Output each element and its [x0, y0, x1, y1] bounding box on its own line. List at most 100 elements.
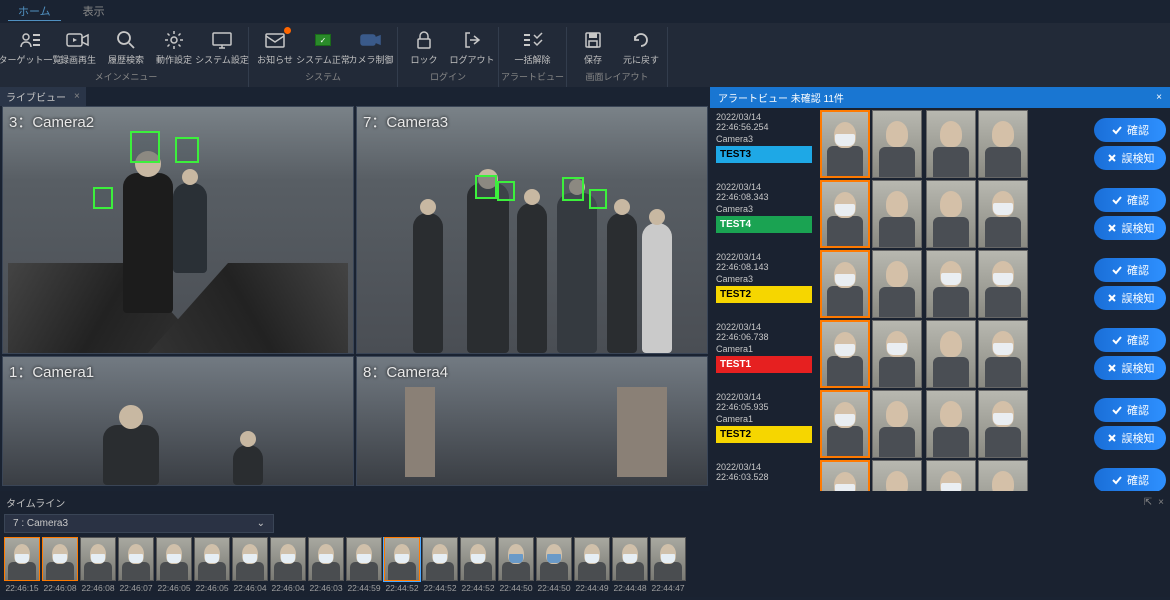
timeline-thumbnail	[384, 537, 420, 581]
revert-button[interactable]: 元に戻す	[617, 27, 665, 68]
timeline-item[interactable]: 22:46:04	[232, 537, 268, 593]
face-thumbnail[interactable]	[872, 110, 922, 178]
pin-icon[interactable]: ⇱	[1144, 497, 1152, 508]
timeline-thumbnail	[270, 537, 306, 581]
tab-view[interactable]: 表示	[73, 2, 115, 21]
timeline-item[interactable]: 22:44:59	[346, 537, 382, 593]
timeline-strip: 22:46:1522:46:0822:46:0822:46:0722:46:05…	[4, 537, 1166, 593]
false-detection-button[interactable]: 誤検知	[1094, 216, 1166, 240]
timeline-item[interactable]: 22:46:03	[308, 537, 344, 593]
target-list-button[interactable]: ターゲット一覧	[6, 27, 54, 68]
face-thumbnail[interactable]	[820, 250, 870, 318]
alert-actions: 確認誤検知	[1094, 390, 1168, 458]
face-thumbnail[interactable]	[926, 110, 976, 178]
face-thumbnail[interactable]	[872, 460, 922, 491]
false-detection-button[interactable]: 誤検知	[1094, 426, 1166, 450]
alert-header-title: アラートビュー 未確認 11件	[718, 90, 844, 105]
timeline-item[interactable]: 22:44:50	[536, 537, 572, 593]
timeline-item[interactable]: 22:46:07	[118, 537, 154, 593]
face-thumbnail[interactable]	[820, 320, 870, 388]
close-icon[interactable]: ×	[1156, 92, 1162, 103]
face-thumbnail[interactable]	[978, 390, 1028, 458]
face-thumbnail[interactable]	[978, 110, 1028, 178]
bulk-clear-button[interactable]: 一括解除	[509, 27, 557, 68]
face-thumbnail[interactable]	[872, 250, 922, 318]
false-detection-button[interactable]: 誤検知	[1094, 146, 1166, 170]
alert-tag: TEST2	[716, 286, 812, 303]
lock-icon	[410, 29, 438, 51]
face-thumbnail[interactable]	[978, 180, 1028, 248]
alert-row[interactable]: 2022/03/14 22:46:05.935Camera1TEST2確認誤検知	[712, 390, 1168, 458]
timeline-item[interactable]: 22:44:52	[460, 537, 496, 593]
false-detection-button[interactable]: 誤検知	[1094, 356, 1166, 380]
alert-row[interactable]: 2022/03/14 22:46:06.738Camera1TEST1確認誤検知	[712, 320, 1168, 388]
face-thumbnail[interactable]	[820, 180, 870, 248]
toolbar-item-label: ログアウト	[450, 53, 495, 66]
face-thumbnail[interactable]	[820, 110, 870, 178]
system-settings-button[interactable]: システム設定	[198, 27, 246, 68]
confirm-button[interactable]: 確認	[1094, 188, 1166, 212]
lock-button[interactable]: ロック	[400, 27, 448, 68]
live-view-panel: ライブビュー × 3：Camera2 7：Camera3	[0, 87, 710, 491]
face-thumbnail[interactable]	[926, 250, 976, 318]
timeline-item[interactable]: 22:46:08	[80, 537, 116, 593]
live-view-tab[interactable]: ライブビュー ×	[0, 87, 86, 106]
face-thumbnail[interactable]	[926, 390, 976, 458]
alert-row[interactable]: 2022/03/14 22:46:56.254Camera3TEST3確認誤検知	[712, 110, 1168, 178]
alert-tag: TEST3	[716, 146, 812, 163]
camera-cell-3[interactable]: 8：Camera4	[356, 356, 708, 486]
tab-home[interactable]: ホーム	[8, 2, 61, 21]
false-detection-button[interactable]: 誤検知	[1094, 286, 1166, 310]
confirm-button[interactable]: 確認	[1094, 328, 1166, 352]
confirm-button[interactable]: 確認	[1094, 118, 1166, 142]
face-detection-box	[475, 175, 497, 199]
save-button[interactable]: 保存	[569, 27, 617, 68]
target-list-icon	[16, 29, 44, 51]
logout-button[interactable]: ログアウト	[448, 27, 496, 68]
face-thumbnail[interactable]	[978, 320, 1028, 388]
face-thumbnail[interactable]	[872, 390, 922, 458]
close-icon[interactable]: ×	[74, 91, 80, 102]
timeline-timestamp: 22:44:48	[613, 583, 646, 593]
action-settings-button[interactable]: 動作設定	[150, 27, 198, 68]
timeline-item[interactable]: 22:44:48	[612, 537, 648, 593]
toolbar-item-label: システム設定	[195, 53, 249, 66]
camera-cell-1[interactable]: 7：Camera3	[356, 106, 708, 354]
camera-select[interactable]: 7 : Camera3 ⌄	[4, 514, 274, 533]
face-thumbnail[interactable]	[926, 460, 976, 491]
camera-cell-2[interactable]: 1：Camera1	[2, 356, 354, 486]
face-thumbnail[interactable]	[926, 180, 976, 248]
timeline-item[interactable]: 22:44:50	[498, 537, 534, 593]
timeline-item[interactable]: 22:44:52	[384, 537, 420, 593]
timeline-item[interactable]: 22:44:49	[574, 537, 610, 593]
record-play-button[interactable]: 録画再生	[54, 27, 102, 68]
face-thumbnail[interactable]	[872, 180, 922, 248]
face-thumbnail[interactable]	[820, 460, 870, 491]
confirm-button[interactable]: 確認	[1094, 468, 1166, 491]
timeline-item[interactable]: 22:46:05	[194, 537, 230, 593]
history-search-button[interactable]: 履歴検索	[102, 27, 150, 68]
close-icon[interactable]: ×	[1158, 497, 1164, 508]
alert-row[interactable]: 2022/03/14 22:46:08.343Camera3TEST4確認誤検知	[712, 180, 1168, 248]
face-thumbnail[interactable]	[872, 320, 922, 388]
timeline-item[interactable]: 22:46:08	[42, 537, 78, 593]
timeline-item[interactable]: 22:44:52	[422, 537, 458, 593]
confirm-button[interactable]: 確認	[1094, 398, 1166, 422]
system-ok-button[interactable]: システム正常	[299, 27, 347, 68]
face-detection-box	[562, 177, 584, 201]
face-thumbnail[interactable]	[926, 320, 976, 388]
face-thumbnail[interactable]	[978, 250, 1028, 318]
face-thumbnail[interactable]	[820, 390, 870, 458]
timeline-item[interactable]: 22:46:05	[156, 537, 192, 593]
alert-timestamp: 2022/03/14 22:46:08.343	[716, 182, 812, 202]
timeline-item[interactable]: 22:44:47	[650, 537, 686, 593]
notice-button[interactable]: お知らせ	[251, 27, 299, 68]
camera-cell-0[interactable]: 3：Camera2	[2, 106, 354, 354]
camera-ctrl-button[interactable]: カメラ制御	[347, 27, 395, 68]
confirm-button[interactable]: 確認	[1094, 258, 1166, 282]
timeline-item[interactable]: 22:46:15	[4, 537, 40, 593]
face-thumbnail[interactable]	[978, 460, 1028, 491]
alert-row[interactable]: 2022/03/14 22:46:03.528確認誤検知	[712, 460, 1168, 491]
timeline-item[interactable]: 22:46:04	[270, 537, 306, 593]
alert-row[interactable]: 2022/03/14 22:46:08.143Camera3TEST2確認誤検知	[712, 250, 1168, 318]
